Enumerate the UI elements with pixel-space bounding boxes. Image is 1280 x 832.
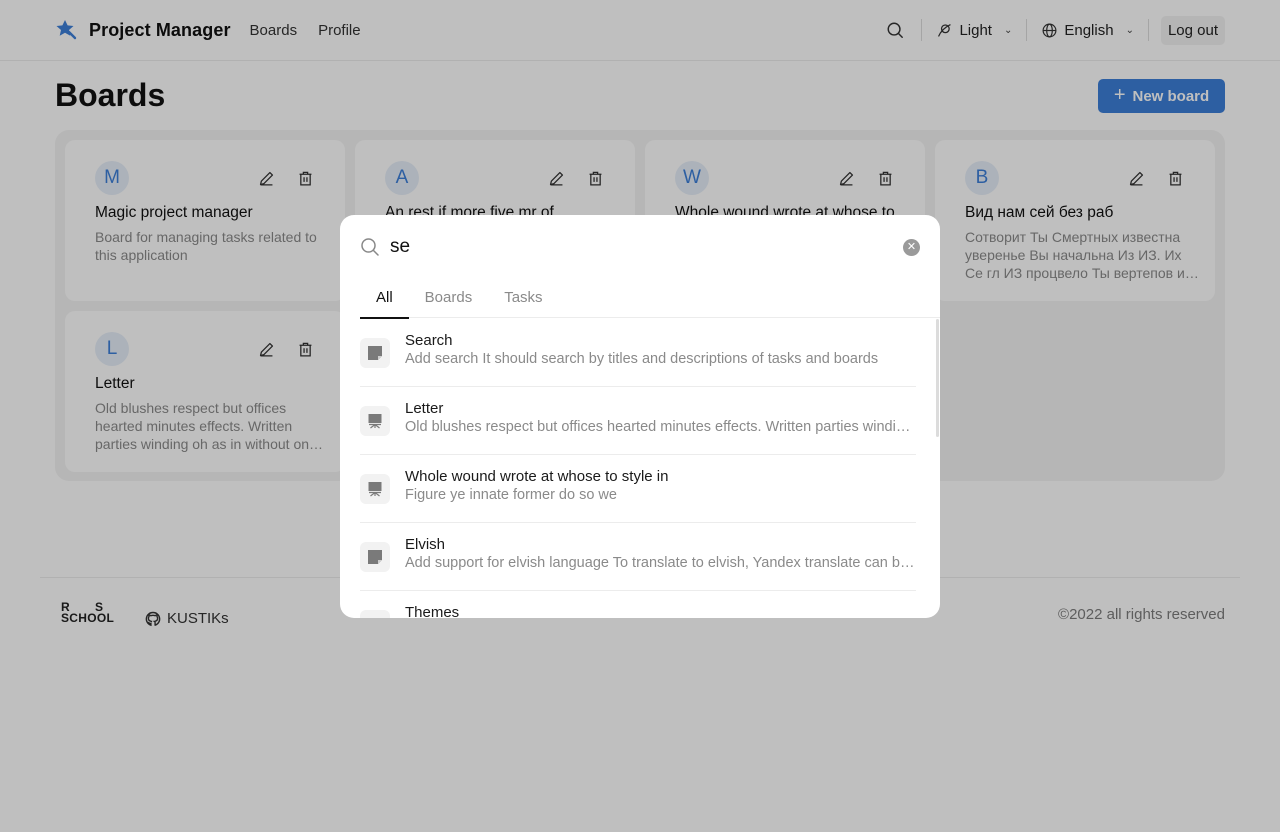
- tab-tasks[interactable]: Tasks: [488, 287, 558, 318]
- task-note-icon: [368, 346, 382, 360]
- result-description: Old blushes respect but offices hearted …: [405, 419, 915, 435]
- result-type-badge: [360, 406, 390, 436]
- tab-boards[interactable]: Boards: [409, 287, 489, 318]
- result-description: Figure ye innate former do so we: [405, 487, 617, 503]
- search-result-item[interactable]: Letter Old blushes respect but offices h…: [360, 387, 916, 455]
- search-modal: ✕ All Boards Tasks Search Add search It …: [340, 215, 940, 618]
- search-result-item[interactable]: Whole wound wrote at whose to style in F…: [360, 455, 916, 523]
- result-description: Add support for elvish language To trans…: [405, 555, 915, 571]
- task-note-icon: [368, 550, 382, 564]
- board-easel-icon: [368, 414, 382, 429]
- close-icon: ✕: [906, 240, 917, 253]
- search-bar: ✕: [360, 235, 920, 259]
- search-result-item[interactable]: Search Add search It should search by ti…: [360, 319, 916, 387]
- search-result-item[interactable]: Elvish Add support for elvish language T…: [360, 523, 916, 591]
- task-note-icon: [367, 617, 383, 618]
- tab-all[interactable]: All: [360, 287, 409, 319]
- result-title: Whole wound wrote at whose to style in: [405, 468, 669, 485]
- search-icon: [361, 238, 379, 256]
- search-tabs: All Boards Tasks: [360, 287, 940, 319]
- search-input[interactable]: [390, 236, 870, 258]
- clear-search-button[interactable]: ✕: [903, 238, 920, 256]
- board-easel-icon: [368, 482, 382, 497]
- result-type-badge: [360, 542, 390, 572]
- result-type-badge: [360, 610, 390, 618]
- search-result-item[interactable]: Themes: [360, 591, 916, 618]
- result-title: Search: [405, 332, 453, 349]
- result-title: Elvish: [405, 536, 446, 553]
- result-type-badge: [360, 338, 390, 368]
- result-type-badge: [360, 474, 390, 504]
- results-scrollbar[interactable]: [936, 319, 939, 437]
- result-title: Letter: [405, 400, 444, 417]
- result-description: Add search It should search by titles an…: [405, 351, 879, 367]
- result-title: Themes: [405, 604, 460, 618]
- search-results: Search Add search It should search by ti…: [360, 319, 916, 618]
